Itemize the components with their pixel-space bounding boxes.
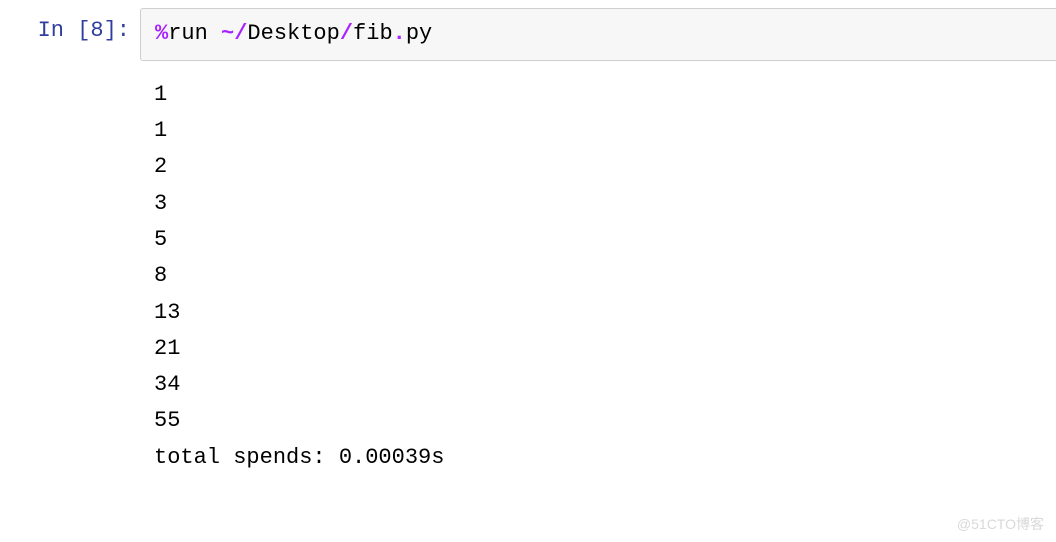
- watermark: @51CTO博客: [957, 514, 1044, 534]
- code-input-area[interactable]: %run ~/Desktop/fib.py: [140, 8, 1056, 61]
- output-line: 2: [154, 154, 167, 179]
- path-tilde: ~: [221, 21, 234, 46]
- magic-percent: %: [155, 21, 168, 46]
- prompt-in-label: In: [38, 18, 78, 43]
- path-sep-2: /: [340, 21, 353, 46]
- file-basename: fib: [353, 21, 393, 46]
- file-dot: .: [393, 21, 406, 46]
- output-line: 1: [154, 118, 167, 143]
- prompt-open-bracket: [: [77, 18, 90, 43]
- output-cell: 1 1 2 3 5 8 13 21 34 55 total spends: 0.…: [0, 71, 1056, 476]
- output-line: total spends: 0.00039s: [154, 445, 444, 470]
- path-sep-1: /: [234, 21, 247, 46]
- input-cell: In [8]: %run ~/Desktop/fib.py: [0, 0, 1056, 61]
- file-ext: py: [406, 21, 432, 46]
- output-line: 5: [154, 227, 167, 252]
- output-line: 8: [154, 263, 167, 288]
- output-line: 34: [154, 372, 180, 397]
- prompt-number: 8: [90, 18, 103, 43]
- input-prompt-area: In [8]:: [0, 0, 140, 43]
- magic-command: run: [168, 21, 221, 46]
- output-line: 13: [154, 300, 180, 325]
- output-line: 3: [154, 191, 167, 216]
- path-dir: Desktop: [247, 21, 339, 46]
- prompt-close-bracket: ]:: [104, 18, 130, 43]
- output-line: 21: [154, 336, 180, 361]
- output-line: 1: [154, 82, 167, 107]
- input-prompt: In [8]:: [38, 18, 130, 43]
- output-line: 55: [154, 408, 180, 433]
- output-area: 1 1 2 3 5 8 13 21 34 55 total spends: 0.…: [140, 71, 1056, 476]
- code-line: %run ~/Desktop/fib.py: [155, 19, 1042, 50]
